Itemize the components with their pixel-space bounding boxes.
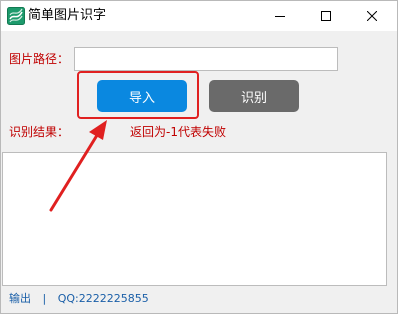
result-label: 识别结果： [9,125,70,139]
maximize-icon [321,11,331,21]
app-window: 简单图片识字 图片路径： 导入 识别 识别结果： 返回为-1代表失败 输出 | … [0,0,398,314]
recognize-button[interactable]: 识别 [209,80,299,112]
image-path-input[interactable] [74,47,338,71]
qq-contact-text: QQ:2222225855 [57,292,149,305]
minimize-icon [275,16,285,17]
title-bar: 简单图片识字 [1,1,397,31]
status-text: 返回为-1代表失败 [130,125,226,139]
close-icon [367,11,377,21]
footer-separator: | [42,292,47,305]
image-path-label: 图片路径： [9,52,70,66]
minimize-button[interactable] [257,1,303,31]
window-title: 简单图片识字 [28,8,107,23]
result-textarea[interactable] [2,152,387,286]
footer-bar: 输出 | QQ:2222225855 [9,292,149,306]
import-button[interactable]: 导入 [97,80,187,112]
app-logo-icon [7,7,25,25]
output-link[interactable]: 输出 [9,292,31,306]
close-button[interactable] [349,1,395,31]
maximize-button[interactable] [303,1,349,31]
